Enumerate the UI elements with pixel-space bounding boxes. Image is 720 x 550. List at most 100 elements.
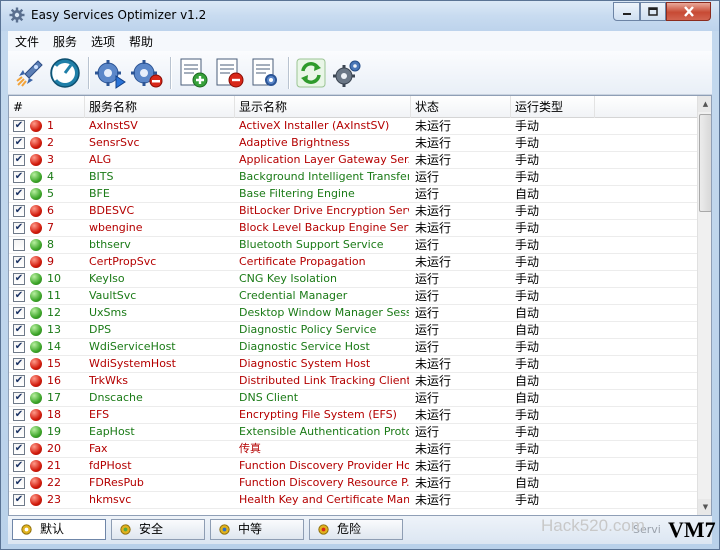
preset-default-button[interactable]: 默认 [12, 519, 106, 540]
table-row[interactable]: ✔ 22 FDResPub Function Discovery Resource P… [9, 475, 697, 492]
row-service-name: Dnscache [89, 391, 143, 404]
refresh-icon[interactable] [294, 56, 328, 90]
preset-safe-button[interactable]: 安全 [111, 519, 205, 540]
close-icon [683, 6, 694, 17]
table-row[interactable]: ✔ 6 BDESVC BitLocker Drive Encryption Servi… [9, 203, 697, 220]
status-dot-icon [30, 239, 42, 251]
close-button[interactable] [666, 2, 711, 21]
column-header-service-name[interactable]: 服务名称 [85, 96, 235, 118]
table-row[interactable]: ✔ 1 AxInstSV ActiveX Installer (AxInstSV) 未运… [9, 118, 697, 135]
row-checkbox[interactable]: ✔ [13, 137, 25, 149]
row-checkbox[interactable]: ✔ [13, 443, 25, 455]
minimize-button[interactable] [613, 2, 640, 21]
table-row[interactable]: ✔ 3 ALG Application Layer Gateway Ser... 未运行… [9, 152, 697, 169]
status-bar: 默认 安全 中等 危险 Servi Hack520.com VM7 [8, 516, 716, 544]
column-header-startup-type[interactable]: 运行类型 [511, 96, 595, 118]
preset-danger-button[interactable]: 危险 [309, 519, 403, 540]
column-header-number[interactable]: # [9, 96, 85, 118]
table-row[interactable]: ✔ 18 EFS Encrypting File System (EFS) 未运行 手动 [9, 407, 697, 424]
table-row[interactable]: ✔ 14 WdiServiceHost Diagnostic Service Host… [9, 339, 697, 356]
table-row[interactable]: ✔ 13 DPS Diagnostic Policy Service 运行 自动 [9, 322, 697, 339]
row-checkbox[interactable]: ✔ [13, 392, 25, 404]
table-row[interactable]: ✔ 16 TrkWks Distributed Link Tracking Clien… [9, 373, 697, 390]
vertical-scrollbar[interactable]: ▲ ▼ [697, 96, 711, 515]
row-checkbox[interactable]: ✔ [13, 341, 25, 353]
row-checkbox[interactable]: ✔ [13, 460, 25, 472]
row-number: 9 [47, 255, 54, 268]
row-checkbox[interactable]: ✔ [13, 290, 25, 302]
row-checkbox[interactable]: ✔ [13, 188, 25, 200]
row-startup-type: 自动 [515, 391, 540, 405]
set-auto-icon[interactable] [176, 56, 210, 90]
row-display-name: Credential Manager [239, 289, 348, 302]
table-row[interactable]: ✔ 23 hkmsvc Health Key and Certificate Man.… [9, 492, 697, 509]
table-row[interactable]: ✔ 21 fdPHost Function Discovery Provider Ho… [9, 458, 697, 475]
table-row[interactable]: ✔ 20 Fax 传真 未运行 手动 [9, 441, 697, 458]
start-service-icon[interactable] [94, 56, 128, 90]
table-row[interactable]: ✔ 2 SensrSvc Adaptive Brightness 未运行 手动 [9, 135, 697, 152]
table-row[interactable]: ✔ 5 BFE Base Filtering Engine 运行 自动 [9, 186, 697, 203]
table-row[interactable]: ✔ 7 wbengine Block Level Backup Engine Serv… [9, 220, 697, 237]
row-display-name: Certificate Propagation [239, 255, 366, 268]
row-checkbox[interactable]: ✔ [13, 171, 25, 183]
rocket-icon[interactable] [13, 56, 47, 90]
row-service-name: fdPHost [89, 459, 132, 472]
column-header-status[interactable]: 状态 [411, 96, 511, 118]
preset-medium-button[interactable]: 中等 [210, 519, 304, 540]
row-checkbox[interactable]: ✔ [13, 273, 25, 285]
table-row[interactable]: ✔ 15 WdiSystemHost Diagnostic System Host 未运… [9, 356, 697, 373]
scroll-up-icon[interactable]: ▲ [698, 96, 711, 112]
row-checkbox[interactable]: ✔ [13, 205, 25, 217]
stop-service-icon[interactable] [130, 56, 164, 90]
menu-services[interactable]: 服务 [50, 33, 80, 50]
row-checkbox[interactable]: ✔ [13, 222, 25, 234]
table-row[interactable]: ✔ 17 Dnscache DNS Client 运行 自动 [9, 390, 697, 407]
row-checkbox[interactable]: ✔ [13, 358, 25, 370]
row-startup-type: 手动 [515, 153, 540, 167]
row-checkbox[interactable]: ✔ [13, 307, 25, 319]
table-row[interactable]: ✔ 11 VaultSvc Credential Manager 运行 手动 [9, 288, 697, 305]
settings-icon[interactable] [330, 56, 364, 90]
row-checkbox[interactable]: ✔ [13, 256, 25, 268]
row-checkbox[interactable] [13, 239, 25, 251]
gear-icon [120, 524, 131, 535]
service-properties-icon[interactable] [248, 56, 282, 90]
table-row[interactable]: ✔ 4 BITS Background Intelligent Transfer...… [9, 169, 697, 186]
row-display-name: Function Discovery Provider Host [239, 459, 409, 472]
row-checkbox[interactable]: ✔ [13, 477, 25, 489]
table-row[interactable]: ✔ 12 UxSms Desktop Window Manager Sess... 运行… [9, 305, 697, 322]
list-header: # 服务名称 显示名称 状态 运行类型 [9, 96, 697, 118]
menu-file[interactable]: 文件 [12, 33, 42, 50]
scroll-thumb[interactable] [699, 114, 711, 212]
row-checkbox[interactable]: ✔ [13, 426, 25, 438]
menu-options[interactable]: 选项 [88, 33, 118, 50]
row-checkbox[interactable]: ✔ [13, 494, 25, 506]
set-manual-icon[interactable] [212, 56, 246, 90]
table-row[interactable]: 8 bthserv Bluetooth Support Service 运行 手动 [9, 237, 697, 254]
menu-bar: 文件 服务 选项 帮助 [8, 31, 712, 51]
window-title: Easy Services Optimizer v1.2 [31, 8, 207, 22]
row-checkbox[interactable]: ✔ [13, 409, 25, 421]
status-dot-icon [30, 290, 42, 302]
row-checkbox[interactable]: ✔ [13, 375, 25, 387]
column-header-display-name[interactable]: 显示名称 [235, 96, 411, 118]
row-checkbox[interactable]: ✔ [13, 324, 25, 336]
row-service-name: WdiServiceHost [89, 340, 176, 353]
menu-help[interactable]: 帮助 [126, 33, 156, 50]
optimize-gauge-icon[interactable] [48, 56, 82, 90]
table-row[interactable]: ✔ 19 EapHost Extensible Authentication Prot… [9, 424, 697, 441]
status-dot-icon [30, 409, 42, 421]
title-bar[interactable]: Easy Services Optimizer v1.2 [1, 1, 719, 31]
row-display-name: ActiveX Installer (AxInstSV) [239, 119, 390, 132]
row-status: 未运行 [415, 459, 452, 473]
scroll-down-icon[interactable]: ▼ [698, 499, 711, 515]
row-startup-type: 自动 [515, 306, 540, 320]
row-checkbox[interactable]: ✔ [13, 120, 25, 132]
services-list[interactable]: # 服务名称 显示名称 状态 运行类型 ✔ 1 AxInstSV ActiveX In… [8, 95, 712, 516]
row-checkbox[interactable]: ✔ [13, 154, 25, 166]
table-row[interactable]: ✔ 10 KeyIso CNG Key Isolation 运行 手动 [9, 271, 697, 288]
row-startup-type: 手动 [515, 408, 540, 422]
row-service-name: CertPropSvc [89, 255, 157, 268]
maximize-button[interactable] [640, 2, 666, 21]
table-row[interactable]: ✔ 9 CertPropSvc Certificate Propagation 未运行 手… [9, 254, 697, 271]
